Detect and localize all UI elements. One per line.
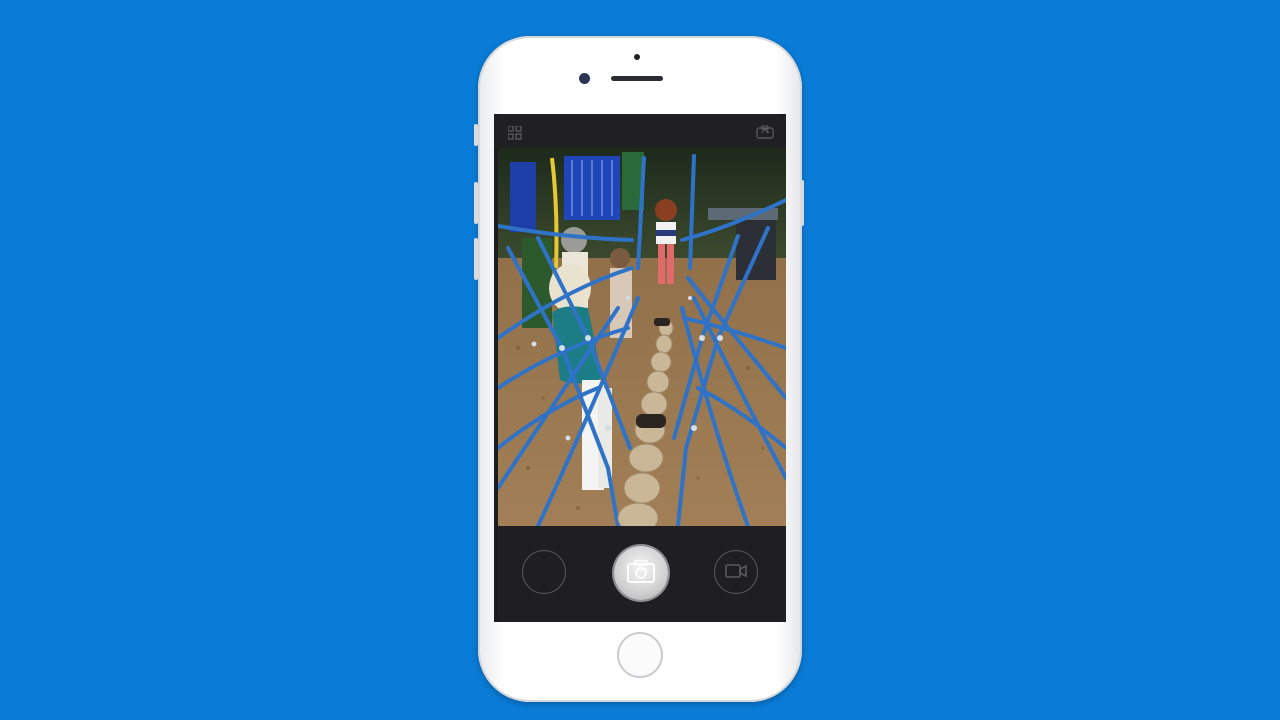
switch-camera-icon[interactable] [756,125,774,139]
phone-device [474,36,804,702]
home-button[interactable] [617,632,663,678]
proximity-sensor [634,54,640,60]
grid-icon[interactable] [508,126,522,140]
video-mode-button[interactable] [714,550,758,594]
phone-screen [494,114,786,622]
playground-scene-image [498,148,786,526]
earpiece-speaker [611,76,663,81]
front-camera [579,73,590,84]
photo-camera-icon [627,560,655,583]
volume-down-button [474,238,478,280]
video-camera-icon [725,564,747,578]
power-button [800,180,804,226]
camera-top-bar [494,114,786,148]
mute-switch [474,124,478,146]
volume-up-button [474,182,478,224]
empty-circle-icon[interactable] [522,550,566,594]
camera-controls-bar [498,526,786,622]
shutter-button[interactable] [614,546,668,600]
stage-background [0,0,1280,720]
camera-viewfinder[interactable] [498,148,786,526]
